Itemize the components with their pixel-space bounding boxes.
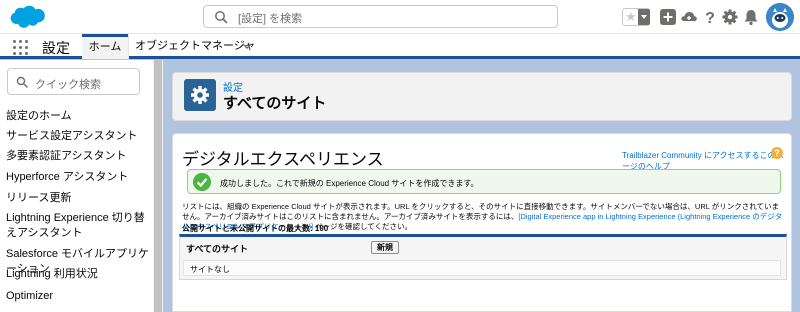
notifications-bell-icon[interactable] — [742, 8, 760, 26]
sidebar-item-lightning-transition-assistant[interactable]: Lightning Experience 切り替えアシスタント — [6, 211, 154, 241]
favorites-dropdown-icon[interactable] — [638, 9, 650, 25]
chevron-down-icon[interactable] — [242, 42, 252, 50]
help-question-icon[interactable]: ? — [771, 147, 783, 159]
new-site-button[interactable]: 新規 — [371, 241, 399, 254]
sidebar-item-release-updates[interactable]: リリース更新 — [6, 191, 154, 206]
sites-list-title: すべてのサイト — [186, 244, 249, 254]
setup-tile-icon — [184, 79, 216, 111]
tab-home[interactable]: ホーム — [82, 34, 128, 59]
success-check-icon — [193, 173, 211, 191]
success-message: 成功しました。これで新規の Experience Cloud サイトを作成できま… — [220, 179, 479, 188]
section-heading: デジタルエクスペリエンス — [182, 150, 384, 169]
page-title: すべてのサイト — [223, 95, 327, 112]
svg-text:?: ? — [705, 10, 715, 26]
tab-object-manager[interactable]: オブジェクトマネージャ — [128, 34, 258, 59]
success-message-box: 成功しました。これで新規の Experience Cloud サイトを作成できま… — [187, 169, 781, 194]
user-avatar[interactable] — [766, 3, 794, 31]
empty-list-row: サイトなし — [183, 260, 781, 276]
global-search-input[interactable]: [設定] を検索 — [203, 5, 558, 28]
max-site-count: 公開サイトと未公開サイトの最大数: 100 — [182, 224, 329, 233]
tab-object-manager-label: オブジェクトマネージャ — [135, 40, 256, 52]
sidebar-item-hyperforce-assistant[interactable]: Hyperforce アシスタント — [6, 170, 154, 185]
sidebar-scrollbar-thumb[interactable] — [154, 60, 162, 312]
setup-sidebar: クイック検索 設定のホーム サービス設定アシスタント 多要素認証アシスタント H… — [0, 60, 163, 312]
quick-find-input[interactable]: クイック検索 — [7, 68, 140, 95]
empty-list-text: サイトなし — [190, 265, 230, 274]
search-icon — [16, 76, 28, 88]
search-icon — [215, 11, 228, 24]
salesforce-logo[interactable] — [7, 4, 47, 32]
context-bar: 設定 ホーム オブジェクトマネージャ — [0, 34, 800, 59]
sidebar-item-service-setup-assistant[interactable]: サービス設定アシスタント — [6, 129, 154, 144]
search-placeholder: [設定] を検索 — [238, 13, 303, 25]
setup-gear-icon[interactable] — [721, 8, 739, 26]
help-icon[interactable]: ? — [701, 8, 719, 26]
app-launcher-icon[interactable] — [12, 39, 28, 55]
global-header: [設定] を検索 ★ ? — [0, 0, 800, 34]
sidebar-item-lightning-usage[interactable]: Lightning 利用状況 — [6, 267, 154, 282]
sidebar-item-mfa-assistant[interactable]: 多要素認証アシスタント — [6, 149, 154, 164]
sites-list: すべてのサイト 新規 サイトなし — [179, 234, 787, 280]
app-name: 設定 — [42, 40, 70, 56]
global-actions-icon[interactable] — [659, 8, 677, 26]
astro-avatar-icon — [766, 3, 794, 31]
sidebar-item-optimizer[interactable]: Optimizer — [6, 289, 154, 304]
star-icon[interactable]: ★ — [625, 9, 637, 25]
content-panel: デジタルエクスペリエンス Trailblazer Community にアクセス… — [172, 133, 792, 312]
sidebar-item-setup-home[interactable]: 設定のホーム — [6, 109, 154, 124]
page-header: 設定 すべてのサイト — [172, 72, 792, 121]
quick-find-placeholder: クイック検索 — [35, 79, 101, 91]
gear-icon — [191, 86, 209, 104]
favorites-button[interactable]: ★ — [622, 8, 650, 26]
trailhead-icon[interactable] — [680, 8, 698, 26]
